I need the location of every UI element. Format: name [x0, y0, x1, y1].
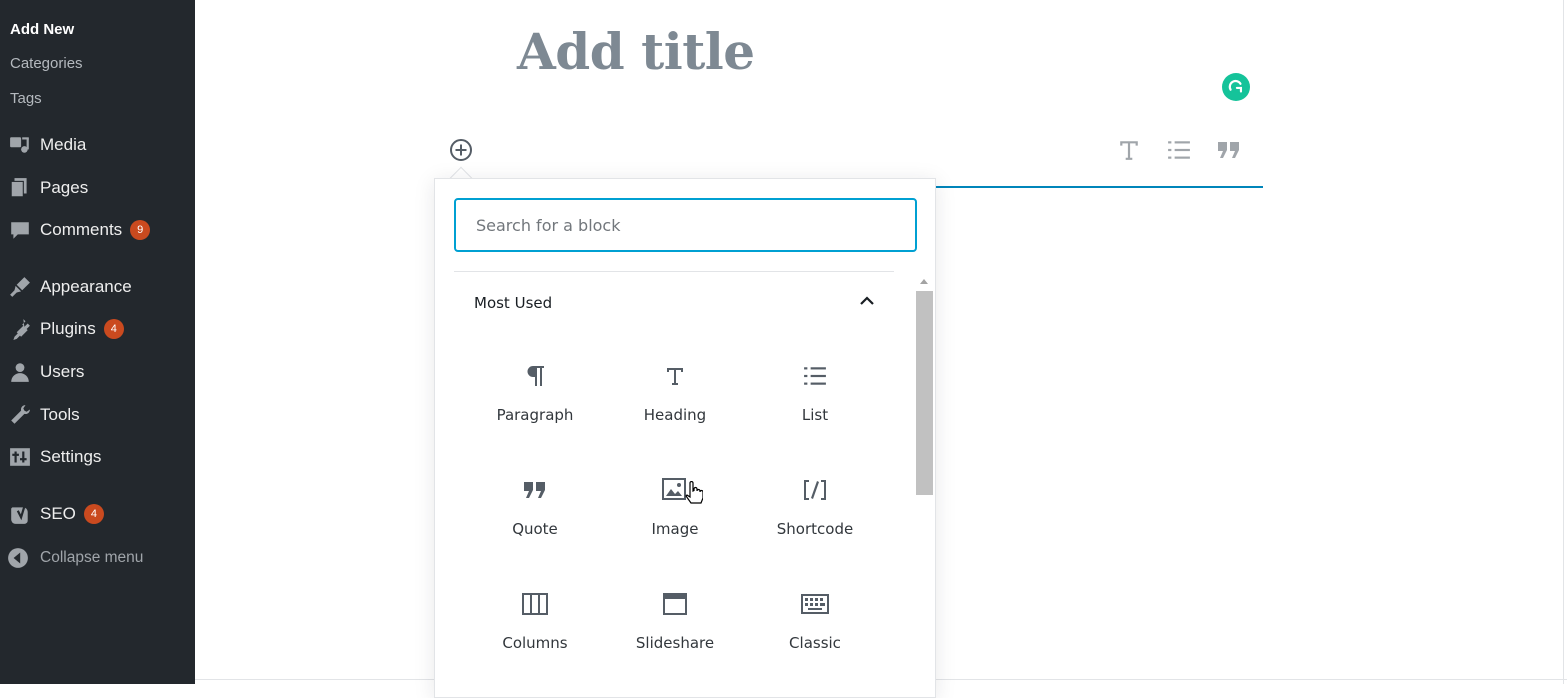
- slideshare-icon: [663, 586, 687, 622]
- seo-icon: [0, 503, 40, 525]
- quick-quote-button[interactable]: [1214, 136, 1244, 164]
- collapse-arrow-icon: [0, 547, 40, 569]
- menu-item-settings[interactable]: Settings: [0, 439, 195, 475]
- quote-icon: [522, 472, 548, 508]
- block-quote[interactable]: Quote: [465, 458, 605, 558]
- block-label: Classic: [789, 634, 841, 652]
- scroll-up-arrow-icon[interactable]: [920, 279, 928, 284]
- search-separator: [454, 271, 894, 272]
- submenu-add-new[interactable]: Add New: [10, 21, 74, 38]
- block-label: Columns: [502, 634, 568, 652]
- block-label: List: [801, 406, 829, 424]
- tools-icon: [0, 404, 40, 426]
- menu-label: Settings: [40, 447, 102, 466]
- menu-item-users[interactable]: Users: [0, 354, 195, 390]
- comments-count-badge: 9: [130, 220, 151, 240]
- hand-cursor-icon: [685, 481, 703, 504]
- quick-heading-button[interactable]: [1114, 136, 1144, 164]
- block-paragraph[interactable]: Paragraph: [465, 344, 605, 444]
- grammarly-icon[interactable]: [1222, 73, 1250, 101]
- block-label: Image: [651, 520, 699, 538]
- seo-notifications-badge: 4: [83, 504, 104, 524]
- block-label: Slideshare: [635, 634, 715, 652]
- plugins-update-badge: 4: [103, 319, 124, 339]
- columns-icon: [522, 586, 548, 622]
- block-inserter-popover: Most Used Paragraph Heading List: [434, 178, 936, 698]
- editor-focus-underline: [935, 186, 1263, 188]
- admin-sidebar: Add New Categories Tags Media Pages Comm…: [0, 0, 195, 684]
- plus-circle-icon: [450, 139, 472, 161]
- menu-item-pages[interactable]: Pages: [0, 170, 195, 206]
- appearance-icon: [0, 276, 40, 298]
- list-icon: [1168, 141, 1190, 159]
- chevron-up-icon: [860, 296, 874, 305]
- post-title-input[interactable]: Add title: [517, 22, 755, 81]
- menu-label: Media: [40, 135, 87, 154]
- menu-item-media[interactable]: Media: [0, 127, 195, 163]
- plugins-icon: [0, 318, 40, 340]
- submenu-categories[interactable]: Categories: [10, 55, 83, 72]
- keyboard-icon: [801, 586, 829, 622]
- collapse-menu-button[interactable]: Collapse menu: [0, 540, 195, 576]
- quick-list-button[interactable]: [1164, 136, 1194, 164]
- list-icon: [803, 358, 827, 394]
- block-image[interactable]: Image: [605, 458, 745, 558]
- most-used-panel-title[interactable]: Most Used: [474, 294, 552, 312]
- pages-icon: [0, 177, 40, 199]
- menu-label: Comments: [40, 220, 123, 239]
- block-label: Shortcode: [776, 520, 854, 538]
- users-icon: [0, 361, 40, 383]
- block-label: Heading: [643, 406, 707, 424]
- menu-label: SEO: [40, 504, 76, 523]
- block-slideshare[interactable]: Slideshare: [605, 572, 745, 672]
- menu-label: Plugins: [40, 319, 96, 338]
- paragraph-icon: [525, 358, 545, 394]
- shortcode-icon: [802, 472, 828, 508]
- collapse-menu-label: Collapse menu: [40, 549, 144, 566]
- block-label: Quote: [512, 520, 558, 538]
- block-shortcode[interactable]: Shortcode: [745, 458, 885, 558]
- menu-item-seo[interactable]: SEO 4: [0, 496, 195, 532]
- menu-item-appearance[interactable]: Appearance: [0, 269, 195, 305]
- menu-label: Users: [40, 362, 85, 381]
- block-heading[interactable]: Heading: [605, 344, 745, 444]
- submenu-tags[interactable]: Tags: [10, 90, 42, 107]
- settings-icon: [0, 446, 40, 468]
- block-list[interactable]: List: [745, 344, 885, 444]
- menu-label: Appearance: [40, 277, 132, 296]
- block-columns[interactable]: Columns: [465, 572, 605, 672]
- scrollbar-thumb[interactable]: [916, 291, 933, 495]
- menu-item-comments[interactable]: Comments 9: [0, 212, 195, 248]
- menu-item-tools[interactable]: Tools: [0, 397, 195, 433]
- comments-icon: [0, 219, 40, 241]
- inserter-scrollbar[interactable]: [916, 277, 933, 697]
- block-label: Paragraph: [496, 406, 574, 424]
- heading-icon: [1120, 141, 1138, 160]
- menu-label: Tools: [40, 405, 80, 424]
- editor-right-border: [1563, 0, 1564, 684]
- block-inserter-button[interactable]: [448, 137, 474, 163]
- menu-label: Pages: [40, 178, 89, 197]
- panel-collapse-button[interactable]: [858, 292, 876, 310]
- quote-icon: [1218, 142, 1239, 158]
- block-classic[interactable]: Classic: [745, 572, 885, 672]
- media-icon: [0, 134, 40, 156]
- heading-icon: [665, 358, 685, 394]
- menu-item-plugins[interactable]: Plugins 4: [0, 311, 195, 347]
- block-search-input[interactable]: [454, 198, 917, 252]
